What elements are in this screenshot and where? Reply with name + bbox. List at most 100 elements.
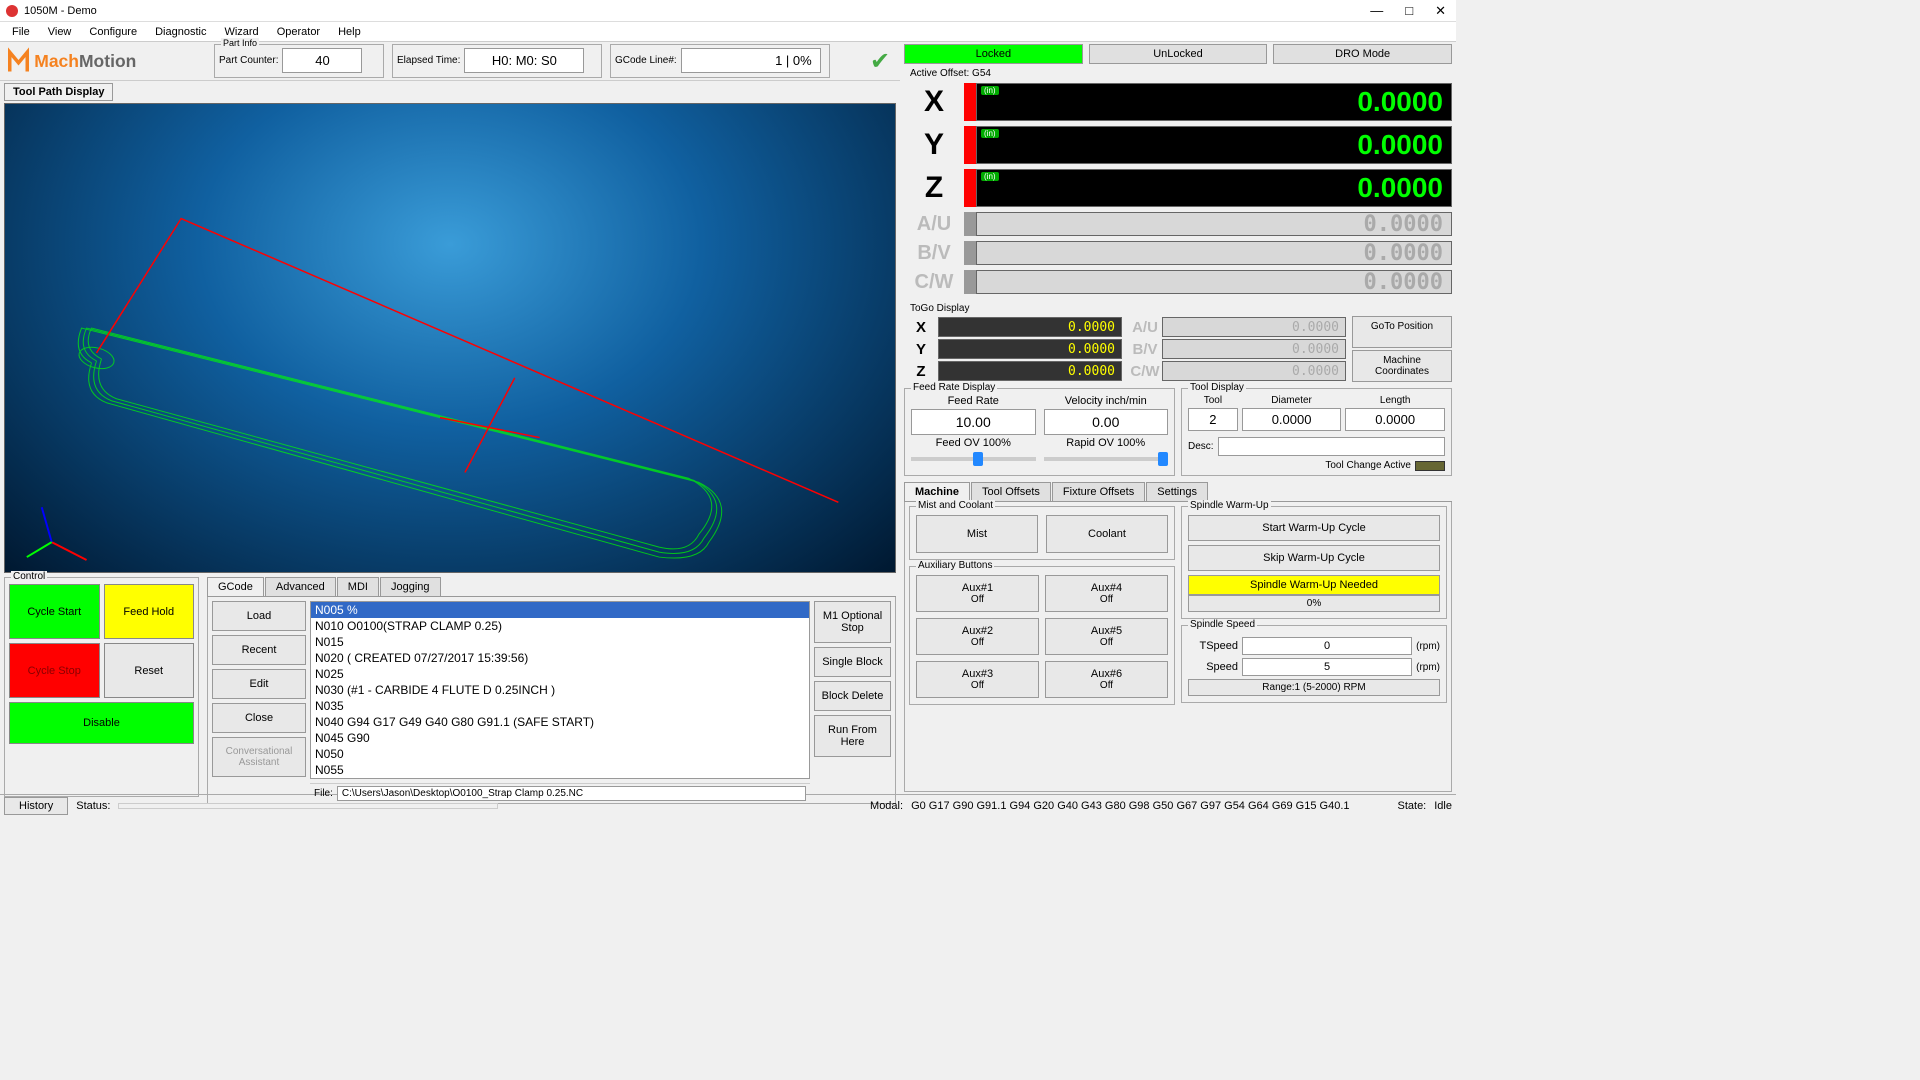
tool-desc-input[interactable] — [1218, 437, 1445, 456]
tab-advanced[interactable]: Advanced — [265, 577, 336, 596]
aux2-button[interactable]: Aux#2Off — [916, 618, 1039, 655]
speed-unit: (rpm) — [1416, 662, 1440, 673]
speed-value[interactable]: 5 — [1242, 658, 1412, 676]
tspeed-label: TSpeed — [1188, 640, 1238, 652]
dro-mode-button[interactable]: DRO Mode — [1273, 44, 1452, 64]
tab-jogging[interactable]: Jogging — [380, 577, 441, 596]
velocity-value: 0.00 — [1044, 409, 1169, 435]
gcode-line[interactable]: N010 O0100(STRAP CLAMP 0.25) — [311, 618, 809, 634]
dro-row-au: A/U 0.0000 — [904, 210, 1452, 238]
locked-button[interactable]: Locked — [904, 44, 1083, 64]
aux5-button[interactable]: Aux#5Off — [1045, 618, 1168, 655]
block-delete-button[interactable]: Block Delete — [814, 681, 891, 711]
maximize-button[interactable]: □ — [1401, 3, 1417, 19]
tool-value[interactable]: 2 — [1188, 408, 1238, 431]
tab-machine[interactable]: Machine — [904, 482, 970, 501]
dro-row-bv: B/V 0.0000 — [904, 239, 1452, 267]
diameter-label: Diameter — [1242, 395, 1342, 406]
close-gcode-button[interactable]: Close — [212, 703, 306, 733]
tab-mdi[interactable]: MDI — [337, 577, 379, 596]
feed-rate-value[interactable]: 10.00 — [911, 409, 1036, 435]
minimize-button[interactable]: — — [1366, 3, 1387, 19]
m1-optional-stop-button[interactable]: M1 Optional Stop — [814, 601, 891, 643]
gcode-line[interactable]: N035 — [311, 698, 809, 714]
gcode-listing[interactable]: N005 % N010 O0100(STRAP CLAMP 0.25) N015… — [310, 601, 810, 779]
control-label: Control — [11, 571, 47, 582]
coolant-button[interactable]: Coolant — [1046, 515, 1168, 553]
check-icon: ✔ — [870, 47, 890, 76]
gcode-line[interactable]: N005 % — [311, 602, 809, 618]
skip-warmup-button[interactable]: Skip Warm-Up Cycle — [1188, 545, 1440, 571]
tab-gcode[interactable]: GCode — [207, 577, 264, 596]
tab-fixture-offsets[interactable]: Fixture Offsets — [1052, 482, 1145, 501]
single-block-button[interactable]: Single Block — [814, 647, 891, 677]
gcode-line[interactable]: N040 G94 G17 G49 G40 G80 G91.1 (SAFE STA… — [311, 714, 809, 730]
rapid-override-slider[interactable] — [1044, 457, 1169, 461]
gcode-line[interactable]: N025 — [311, 666, 809, 682]
file-path-input[interactable] — [337, 786, 806, 801]
mist-coolant-group: Mist and Coolant Mist Coolant — [909, 506, 1175, 560]
menu-file[interactable]: File — [4, 24, 38, 40]
reset-button[interactable]: Reset — [104, 643, 195, 698]
menu-diagnostic[interactable]: Diagnostic — [147, 24, 214, 40]
close-button[interactable]: ✕ — [1431, 3, 1450, 19]
aux-title: Auxiliary Buttons — [916, 560, 994, 571]
gcode-line[interactable]: N015 — [311, 634, 809, 650]
feed-hold-button[interactable]: Feed Hold — [104, 584, 195, 639]
togo-axis-cw: C/W — [1128, 363, 1162, 380]
menu-view[interactable]: View — [40, 24, 80, 40]
tab-settings[interactable]: Settings — [1146, 482, 1208, 501]
dro-indicator-y — [964, 126, 976, 164]
aux3-button[interactable]: Aux#3Off — [916, 661, 1039, 698]
gcode-line[interactable]: N055 — [311, 762, 809, 778]
load-button[interactable]: Load — [212, 601, 306, 631]
run-from-here-button[interactable]: Run From Here — [814, 715, 891, 757]
edit-button[interactable]: Edit — [212, 669, 306, 699]
machine-coordinates-button[interactable]: Machine Coordinates — [1352, 350, 1452, 382]
aux1-button[interactable]: Aux#1Off — [916, 575, 1039, 612]
goto-position-button[interactable]: GoTo Position — [1352, 316, 1452, 348]
menu-help[interactable]: Help — [330, 24, 369, 40]
app-icon — [6, 5, 18, 17]
tspeed-value[interactable]: 0 — [1242, 637, 1412, 655]
aux4-button[interactable]: Aux#4Off — [1045, 575, 1168, 612]
dro-value-x[interactable]: (in)0.0000 — [976, 83, 1452, 121]
gcode-line[interactable]: N030 (#1 - CARBIDE 4 FLUTE D 0.25INCH ) — [311, 682, 809, 698]
elapsed-value: H0: M0: S0 — [464, 48, 584, 73]
dro-value-z[interactable]: (in)0.0000 — [976, 169, 1452, 207]
aux6-button[interactable]: Aux#6Off — [1045, 661, 1168, 698]
cycle-stop-button[interactable]: Cycle Stop — [9, 643, 100, 698]
disable-button[interactable]: Disable — [9, 702, 194, 744]
tool-label: Tool — [1188, 395, 1238, 406]
menu-operator[interactable]: Operator — [269, 24, 328, 40]
start-warmup-button[interactable]: Start Warm-Up Cycle — [1188, 515, 1440, 541]
recent-button[interactable]: Recent — [212, 635, 306, 665]
unlocked-button[interactable]: UnLocked — [1089, 44, 1268, 64]
mist-title: Mist and Coolant — [916, 500, 995, 511]
dro-indicator-au — [964, 212, 976, 236]
active-offset-label: Active Offset: G54 — [910, 68, 1452, 79]
tab-tool-offsets[interactable]: Tool Offsets — [971, 482, 1051, 501]
history-button[interactable]: History — [4, 797, 68, 815]
menu-configure[interactable]: Configure — [81, 24, 145, 40]
logo: MachMotion — [0, 43, 210, 79]
feed-override-slider[interactable] — [911, 457, 1036, 461]
toolpath-display[interactable] — [4, 103, 896, 573]
mist-button[interactable]: Mist — [916, 515, 1038, 553]
dro-value-y[interactable]: (in)0.0000 — [976, 126, 1452, 164]
gcode-line-label: GCode Line#: — [615, 55, 677, 66]
gcode-line[interactable]: N050 — [311, 746, 809, 762]
warmup-title: Spindle Warm-Up — [1188, 500, 1271, 511]
modal-label: Modal: — [870, 800, 903, 812]
range-display: Range:1 (5-2000) RPM — [1188, 679, 1440, 696]
dro-axis-z: Z — [904, 171, 964, 205]
elapsed-label: Elapsed Time: — [397, 55, 460, 66]
togo-value-z: 0.0000 — [938, 361, 1122, 381]
togo-axis-au: A/U — [1128, 319, 1162, 336]
warmup-group: Spindle Warm-Up Start Warm-Up Cycle Skip… — [1181, 506, 1447, 619]
conversational-button[interactable]: Conversational Assistant — [212, 737, 306, 777]
warmup-banner: Spindle Warm-Up Needed — [1188, 575, 1440, 595]
gcode-line[interactable]: N020 ( CREATED 07/27/2017 15:39:56) — [311, 650, 809, 666]
gcode-line[interactable]: N045 G90 — [311, 730, 809, 746]
cycle-start-button[interactable]: Cycle Start — [9, 584, 100, 639]
